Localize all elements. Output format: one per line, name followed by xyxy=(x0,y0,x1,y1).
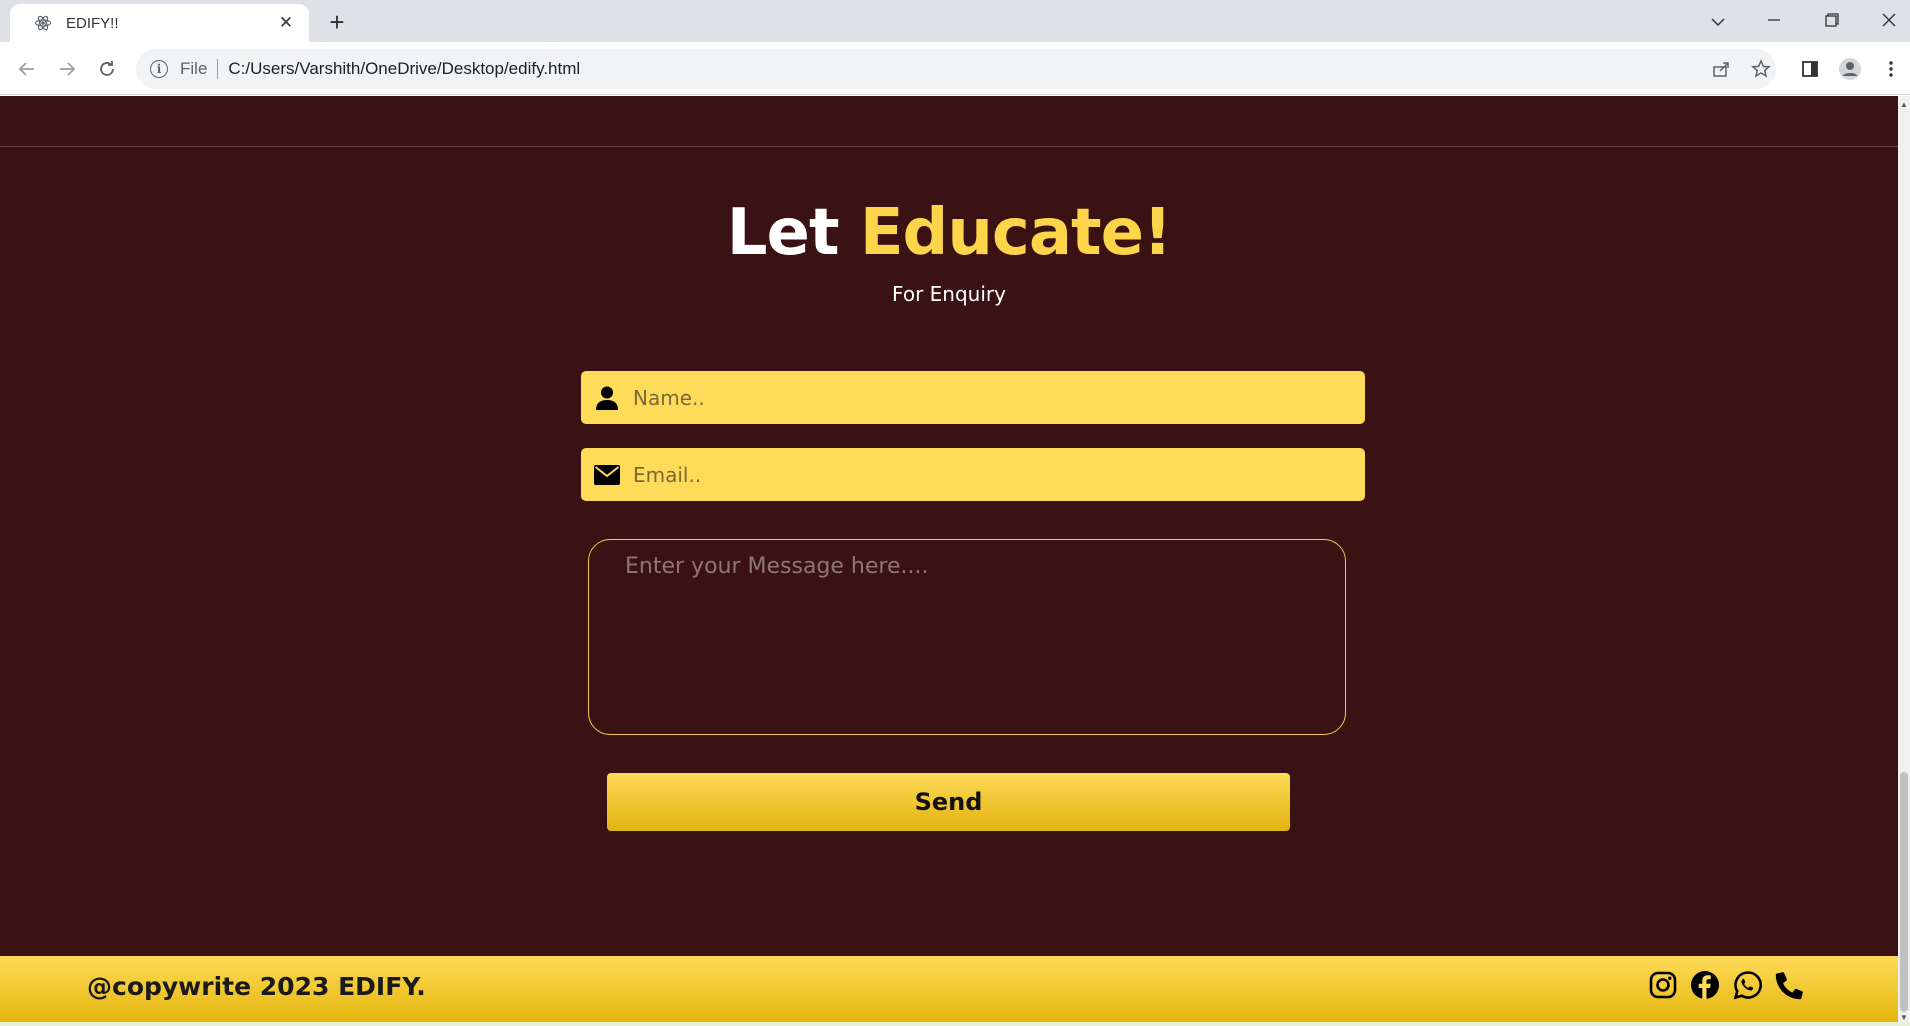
tab-search-icon[interactable] xyxy=(1698,6,1738,36)
email-input[interactable] xyxy=(633,448,1365,501)
scrollbar-thumb[interactable] xyxy=(1900,772,1908,1012)
tab-title: EDIFY!! xyxy=(66,14,119,32)
info-icon[interactable]: i xyxy=(150,60,168,78)
url-text[interactable]: C:/Users/Varshith/OneDrive/Desktop/edify… xyxy=(228,59,580,79)
close-tab-icon[interactable]: ✕ xyxy=(275,13,297,33)
restore-icon[interactable] xyxy=(1812,6,1852,36)
back-icon[interactable] xyxy=(12,54,42,84)
forward-icon[interactable] xyxy=(52,54,82,84)
browser-tab-bar: EDIFY!! ✕ + xyxy=(0,0,1910,42)
browser-tab[interactable]: EDIFY!! ✕ xyxy=(10,4,309,42)
name-input[interactable] xyxy=(633,371,1365,424)
whatsapp-icon[interactable] xyxy=(1731,968,1765,1002)
new-tab-button[interactable]: + xyxy=(322,8,352,38)
scheme-label: File xyxy=(180,59,208,78)
browser-toolbar: i File C:/Users/Varshith/OneDrive/Deskto… xyxy=(0,42,1910,95)
page-title: Let Educate! xyxy=(0,196,1898,270)
address-separator xyxy=(217,59,219,79)
side-panel-icon[interactable] xyxy=(1795,54,1825,84)
reload-icon[interactable] xyxy=(92,54,122,84)
address-bar[interactable]: i File C:/Users/Varshith/OneDrive/Deskto… xyxy=(136,49,1776,89)
facebook-icon[interactable] xyxy=(1688,968,1722,1002)
page-scrollbar[interactable]: ▲ ▼ xyxy=(1898,96,1910,1026)
minimize-icon[interactable] xyxy=(1754,6,1794,36)
phone-icon[interactable] xyxy=(1773,968,1807,1002)
footer: @copywrite 2023 EDIFY. xyxy=(0,956,1898,1022)
message-textarea[interactable] xyxy=(588,539,1346,735)
name-field[interactable] xyxy=(581,371,1365,424)
scroll-down-icon[interactable]: ▼ xyxy=(1900,1013,1908,1022)
envelope-icon xyxy=(593,461,621,489)
copyright-text: @copywrite 2023 EDIFY. xyxy=(87,972,426,1001)
page-content: Let Educate! For Enquiry Send @copywrite… xyxy=(0,96,1898,1026)
send-button[interactable]: Send xyxy=(607,773,1290,831)
user-icon xyxy=(593,384,621,412)
section-divider xyxy=(0,146,1898,147)
title-accent-text: Educate! xyxy=(859,196,1172,270)
window-bottom-strip xyxy=(0,1022,1910,1026)
share-icon[interactable] xyxy=(1706,54,1736,84)
instagram-icon[interactable] xyxy=(1646,968,1680,1002)
atom-icon xyxy=(34,14,52,32)
close-window-icon[interactable] xyxy=(1869,6,1909,36)
profile-avatar-icon[interactable] xyxy=(1835,54,1865,84)
page-subtitle: For Enquiry xyxy=(892,282,1006,306)
title-text: Let xyxy=(726,196,860,270)
scroll-up-icon[interactable]: ▲ xyxy=(1900,100,1908,109)
email-field[interactable] xyxy=(581,448,1365,501)
menu-kebab-icon[interactable] xyxy=(1876,54,1906,84)
bookmark-star-icon[interactable] xyxy=(1746,54,1776,84)
